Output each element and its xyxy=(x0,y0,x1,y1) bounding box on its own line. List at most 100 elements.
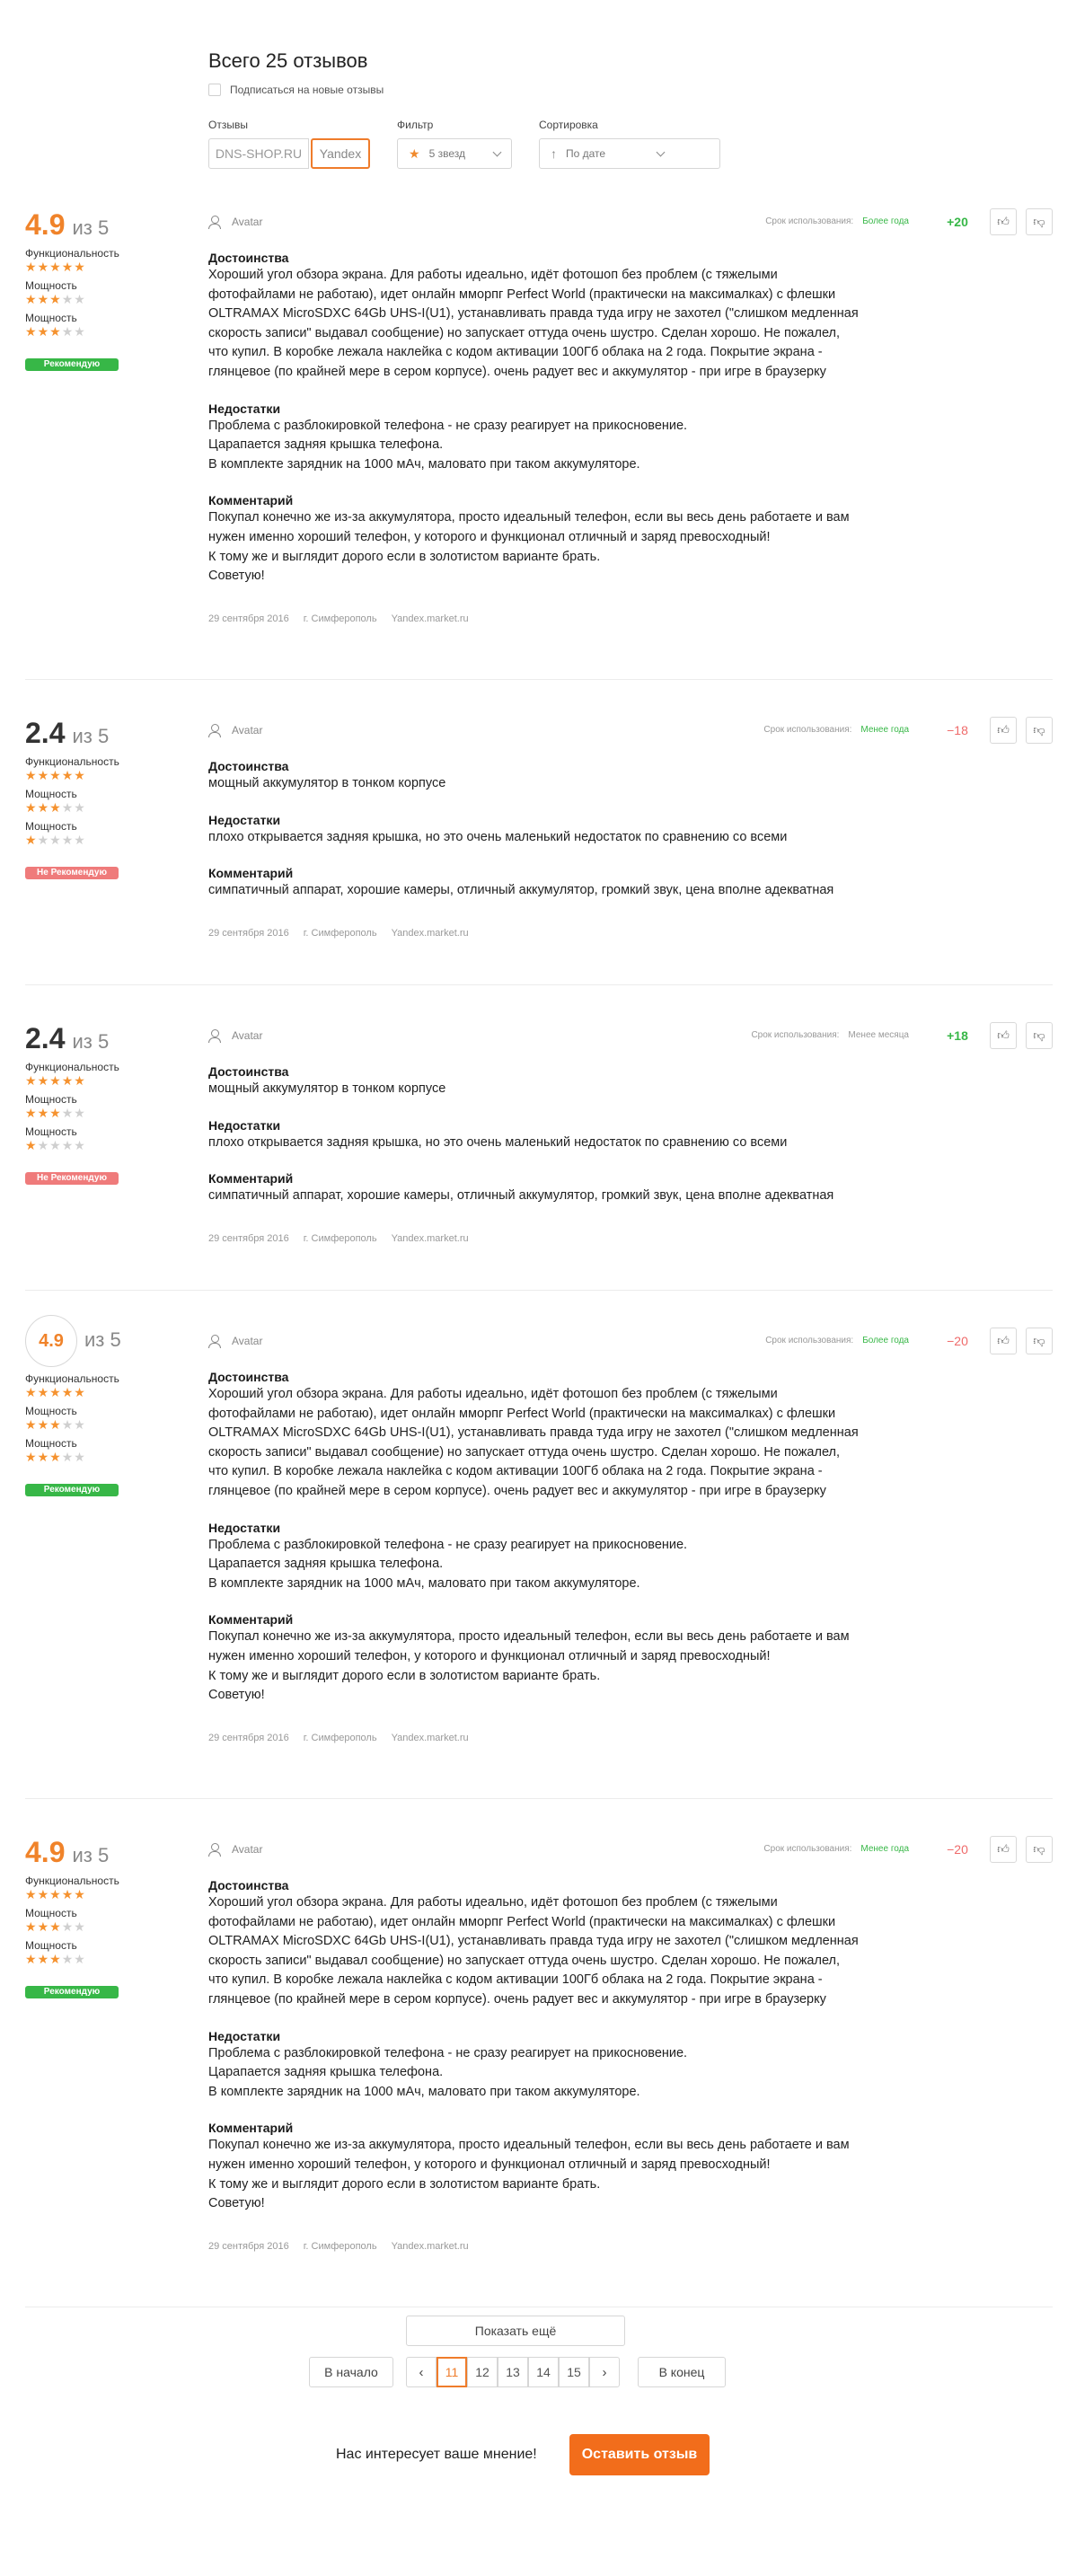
review-meta: 29 сентября 2016 г. Симферополь Yandex.mar… xyxy=(208,928,1053,939)
pros-heading: Достоинства xyxy=(208,1064,289,1079)
cons-text: плохо открывается задняя крышка, но это … xyxy=(208,1134,788,1150)
criterion-label: Функциональность xyxy=(25,1372,119,1385)
rating-score: 4.9 xyxy=(25,1836,66,1868)
subscribe-row[interactable]: Подписаться на новые отзывы xyxy=(208,84,891,96)
thumbs-down-button[interactable]: 👎︎ xyxy=(1026,208,1053,235)
pros-heading: Достоинства xyxy=(208,251,289,265)
review-author: Avatar xyxy=(208,216,263,229)
page-15[interactable]: 15 xyxy=(559,2357,589,2387)
thumbs-down-button[interactable]: 👎︎ xyxy=(1026,1836,1053,1863)
review-source: Yandex.market.ru xyxy=(391,2240,469,2252)
review-votes: +20 👍︎ 👎︎ xyxy=(941,208,1053,235)
thumbs-down-button[interactable]: 👎︎ xyxy=(1026,1328,1053,1354)
review-author: Avatar xyxy=(208,1029,262,1043)
subscribe-checkbox[interactable] xyxy=(208,84,221,96)
comment-text: симпатичный аппарат, хорошие камеры, отл… xyxy=(208,883,834,898)
criterion-label: Мощность xyxy=(25,1093,77,1106)
criterion-label: Мощность xyxy=(25,1939,77,1952)
cons-text: Проблема с разблокировкой телефона - не … xyxy=(208,1537,688,1591)
prev-page-button[interactable]: ‹ xyxy=(406,2357,437,2387)
rating-score: 2.4 xyxy=(25,717,66,749)
reviews-count-title: Всего 25 отзывов xyxy=(208,49,368,72)
subscribe-label[interactable]: Подписаться на новые отзывы xyxy=(230,84,384,96)
usage-value: Менее года xyxy=(860,725,909,735)
thumbs-down-button[interactable]: 👎︎ xyxy=(1026,717,1053,744)
criterion-stars: ★★★★★ xyxy=(25,800,86,815)
review-source: Yandex.market.ru xyxy=(391,613,469,624)
rating-of: из 5 xyxy=(72,1030,110,1053)
pros-heading: Достоинства xyxy=(208,1878,289,1892)
leave-review-button[interactable]: Оставить отзыв xyxy=(569,2434,710,2475)
review-author: Avatar xyxy=(208,724,262,737)
thumbs-down-icon: 👎︎ xyxy=(1033,1028,1045,1042)
show-more-button[interactable]: Показать ещё xyxy=(406,2316,625,2346)
chevron-right-icon: › xyxy=(602,2364,607,2380)
criterion-label: Мощность xyxy=(25,820,77,833)
review-date: 29 сентября 2016 xyxy=(208,2240,289,2252)
review-body: Avatar Срок использования: Более года −20 👍︎… xyxy=(208,1328,1053,1743)
user-icon xyxy=(208,216,221,229)
review-votes: −18 👍︎ 👎︎ xyxy=(941,717,1053,744)
review-rating: 4.9 из 5 Функциональность ★★★★★ Мощность ★★★★… xyxy=(25,1315,205,1496)
thumbs-up-button[interactable]: 👍︎ xyxy=(990,717,1017,744)
page-13[interactable]: 13 xyxy=(498,2357,528,2387)
rating-score: 2.4 xyxy=(25,1022,66,1054)
review-rating: 2.4 из 5 Функциональность ★★★★★ Мощность ★★★★… xyxy=(25,717,205,879)
review-votes: −20 👍︎ 👎︎ xyxy=(941,1328,1053,1354)
chevron-left-icon: ‹ xyxy=(419,2364,424,2380)
user-icon xyxy=(208,1335,221,1348)
pros-section: Достоинства Хороший угол обзора экрана. Д… xyxy=(208,1877,891,2010)
review-author: Avatar xyxy=(208,1843,262,1857)
cons-heading: Недостатки xyxy=(208,2028,281,2043)
criterion-label: Мощность xyxy=(25,1405,77,1417)
thumbs-up-icon: 👍︎ xyxy=(997,1334,1010,1347)
rating-score: 4.9 xyxy=(25,1315,77,1367)
thumbs-up-button[interactable]: 👍︎ xyxy=(990,208,1017,235)
source-dns-button[interactable]: DNS-SHOP.RU xyxy=(208,138,309,169)
vote-count: −20 xyxy=(947,1334,968,1348)
first-page-button[interactable]: В начало xyxy=(309,2357,393,2387)
filter-select[interactable]: ★ 5 звезд xyxy=(397,138,512,169)
pros-text: Хороший угол обзора экрана. Для работы и… xyxy=(208,268,859,379)
usage-value: Менее года xyxy=(860,1844,909,1854)
criterion-stars: ★★★★★ xyxy=(25,260,86,274)
criterion-label: Функциональность xyxy=(25,247,119,260)
author-name: Avatar xyxy=(232,216,263,228)
review-rating: 4.9 из 5 Функциональность ★★★★★ Мощность ★★★★… xyxy=(25,208,205,371)
source-yandex-button[interactable]: Yandex xyxy=(311,138,370,169)
review-author: Avatar xyxy=(208,1335,262,1348)
comment-text: Покупал конечно же из-за аккумулятора, п… xyxy=(208,2138,850,2211)
sort-select[interactable]: ↑ По дате xyxy=(539,138,720,169)
thumbs-up-button[interactable]: 👍︎ xyxy=(990,1328,1017,1354)
criterion-stars: ★★★★★ xyxy=(25,833,86,847)
review-city: г. Симферополь xyxy=(303,1732,377,1743)
page-14[interactable]: 14 xyxy=(528,2357,559,2387)
page-11[interactable]: 11 xyxy=(437,2357,467,2387)
pros-section: Достоинства Хороший угол обзора экрана. Д… xyxy=(208,1369,891,1502)
review-divider xyxy=(25,1798,1053,1799)
review-divider xyxy=(25,1290,1053,1291)
thumbs-up-button[interactable]: 👍︎ xyxy=(990,1022,1017,1049)
review-body: Avatar Срок использования: Менее года −20 👍︎… xyxy=(208,1836,1053,2252)
thumbs-down-icon: 👎︎ xyxy=(1033,215,1045,228)
thumbs-down-button[interactable]: 👎︎ xyxy=(1026,1022,1053,1049)
last-page-button[interactable]: В конец xyxy=(638,2357,726,2387)
usage-value: Менее месяца xyxy=(848,1030,909,1040)
thumbs-up-button[interactable]: 👍︎ xyxy=(990,1836,1017,1863)
star-icon: ★ xyxy=(409,146,420,161)
next-page-button[interactable]: › xyxy=(589,2357,620,2387)
usage-label: Срок использования: xyxy=(765,216,854,226)
vote-count: −20 xyxy=(947,1842,968,1857)
vote-count: +18 xyxy=(947,1028,968,1043)
criterion-label: Функциональность xyxy=(25,755,119,768)
criterion-stars: ★★★★★ xyxy=(25,1450,86,1464)
review-date: 29 сентября 2016 xyxy=(208,1232,289,1244)
comment-heading: Комментарий xyxy=(208,2121,294,2136)
comment-section: Комментарий Покупал конечно же из-за акку… xyxy=(208,492,891,586)
chevron-down-icon xyxy=(492,147,502,156)
usage-period: Срок использования: Более года xyxy=(765,216,909,226)
source-group: Отзывы DNS-SHOP.RU Yandex xyxy=(208,119,370,169)
page-12[interactable]: 12 xyxy=(467,2357,498,2387)
pros-text: мощный аккумулятор в тонком корпусе xyxy=(208,776,446,790)
cons-text: плохо открывается задняя крышка, но это … xyxy=(208,829,788,844)
